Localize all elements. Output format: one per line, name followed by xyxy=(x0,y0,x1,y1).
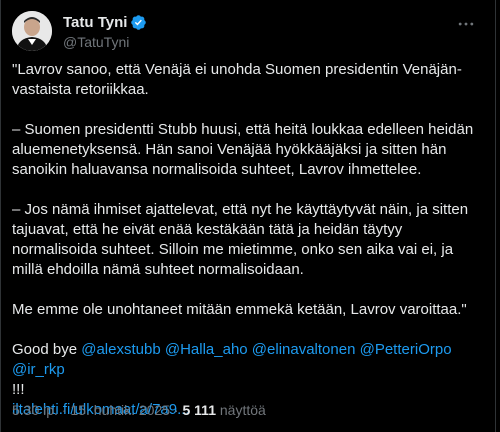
views-label: näyttöä xyxy=(219,402,266,418)
mention-link[interactable]: @elinavaltonen xyxy=(252,341,356,358)
tweet-text: "Lavrov sanoo, että Venäjä ei unohda Suo… xyxy=(12,60,482,420)
author-name[interactable]: Tatu Tyni xyxy=(63,14,127,31)
tweet-paragraph: "Lavrov sanoo, että Venäjä ei unohda Suo… xyxy=(12,61,462,98)
tweet-date[interactable]: 15. huhtik. 2025 xyxy=(70,402,170,418)
tweet-paragraph: – Jos nämä ihmiset ajattelevat, että nyt… xyxy=(12,201,469,278)
goodbye-text: Good bye xyxy=(12,341,78,358)
mention-link[interactable]: @alexstubb xyxy=(81,341,160,358)
views-count: 5 111 xyxy=(182,402,216,418)
tweet-paragraph: – Suomen presidentti Stubb huusi, että h… xyxy=(12,121,474,178)
exclaim-text: !!! xyxy=(12,381,25,398)
verified-badge-icon xyxy=(130,14,147,31)
tweet-meta: 5.30 ip. · 15. huhtik. 2025 · 5 111 näyt… xyxy=(12,402,266,418)
tweet-time[interactable]: 5.30 ip. xyxy=(12,402,58,418)
author-name-row[interactable]: Tatu Tyni xyxy=(63,14,147,31)
more-options-icon[interactable] xyxy=(456,14,476,34)
tweet-paragraph: Me emme ole unohtaneet mitään emmekä ket… xyxy=(12,301,467,318)
meta-separator: · xyxy=(61,402,67,418)
meta-separator: · xyxy=(173,402,179,418)
avatar-image xyxy=(12,11,52,51)
mention-link[interactable]: @ir_rkp xyxy=(12,361,65,378)
mention-link[interactable]: @Halla_aho xyxy=(165,341,248,358)
tweet-card: Tatu Tyni @TatuTyni "Lavrov sanoo, että … xyxy=(0,0,496,432)
avatar[interactable] xyxy=(12,11,52,51)
author-handle[interactable]: @TatuTyni xyxy=(63,34,129,50)
mention-link[interactable]: @PetteriOrpo xyxy=(360,341,452,358)
